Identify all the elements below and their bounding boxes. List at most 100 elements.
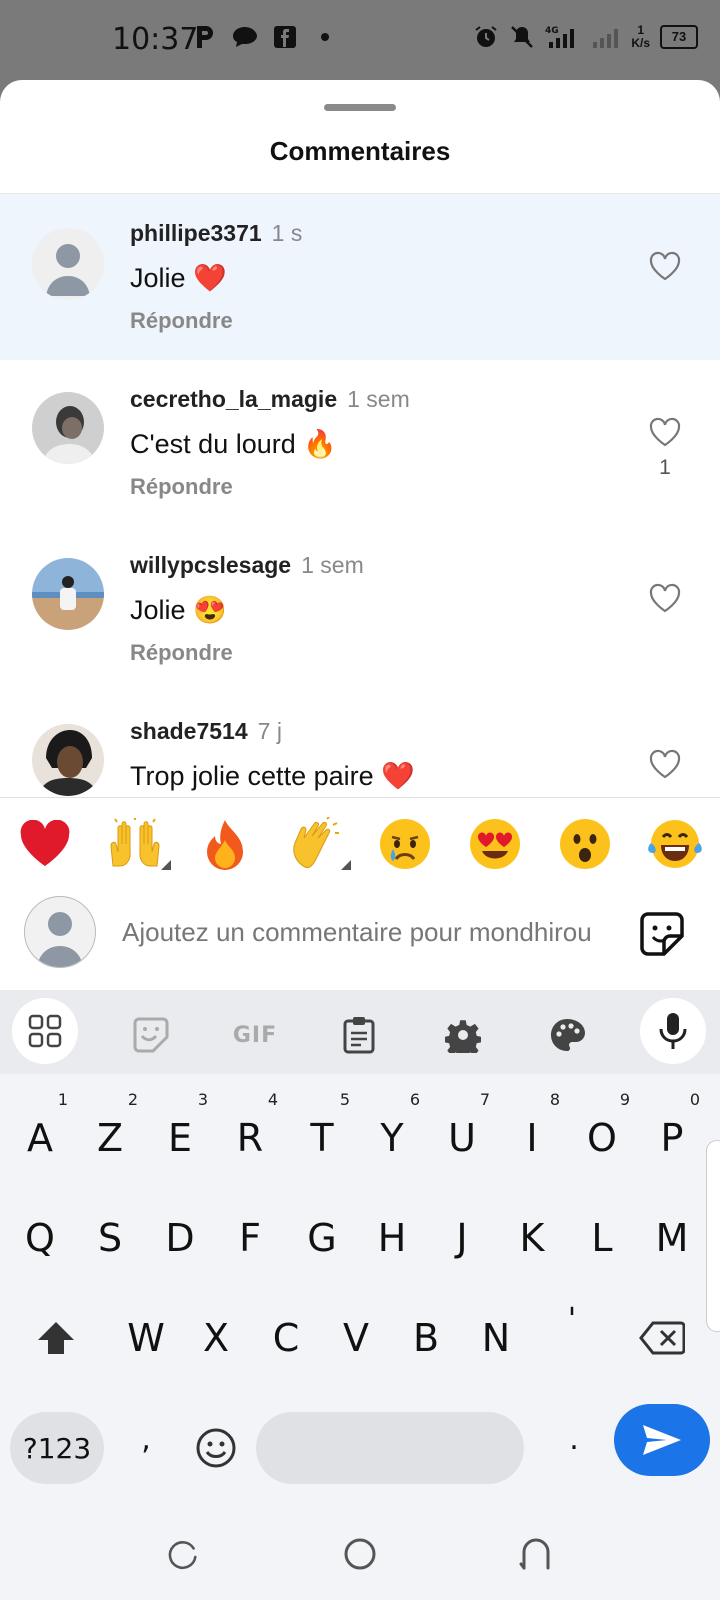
key-g[interactable]: G	[292, 1198, 352, 1278]
key-c[interactable]: C	[256, 1298, 316, 1378]
shift-arrow-icon[interactable]	[26, 1298, 86, 1378]
key-period[interactable]: .	[544, 1400, 604, 1480]
key-i[interactable]: I8	[502, 1092, 562, 1178]
comment-author[interactable]: shade7514 7 j	[130, 718, 282, 745]
comment-author[interactable]: willypcslesage 1 sem	[130, 552, 364, 579]
key-q[interactable]: Q	[10, 1198, 70, 1278]
key-p[interactable]: P0	[642, 1092, 702, 1178]
drag-handle[interactable]	[324, 104, 396, 111]
comment-author[interactable]: cecretho_la_magie 1 sem	[130, 386, 410, 413]
key-hint: 6	[409, 1090, 420, 1109]
avatar[interactable]	[32, 724, 104, 796]
reaction-tears-of-joy[interactable]	[645, 814, 705, 874]
recent-apps-icon[interactable]	[164, 1534, 204, 1574]
key-label: I	[526, 1116, 538, 1160]
key-label: O	[587, 1116, 617, 1160]
key-y[interactable]: Y6	[362, 1092, 422, 1178]
space-bar[interactable]	[256, 1412, 524, 1484]
network-label: 4G	[545, 26, 559, 36]
comment-input[interactable]	[122, 912, 612, 952]
key-f[interactable]: F	[220, 1198, 280, 1278]
key-t[interactable]: T5	[292, 1092, 352, 1178]
symbols-key[interactable]: ?123	[10, 1412, 104, 1484]
key-m[interactable]: M	[642, 1198, 702, 1278]
back-icon[interactable]	[516, 1534, 556, 1574]
status-bar: 10:37 4G 1 K/s 73	[0, 0, 720, 80]
backspace-icon[interactable]	[632, 1298, 692, 1378]
reaction-clapping-hands[interactable]	[285, 814, 351, 874]
key-a[interactable]: A1	[10, 1092, 70, 1178]
key-hint: 0	[689, 1090, 700, 1109]
reaction-crying-face[interactable]	[375, 814, 435, 874]
comment-time: 1 s	[271, 220, 303, 246]
key-x[interactable]: X	[186, 1298, 246, 1378]
gif-button[interactable]: GIF	[222, 1004, 288, 1066]
key-apostrophe[interactable]: '	[542, 1280, 602, 1360]
key-r[interactable]: R4	[220, 1092, 280, 1178]
key-l[interactable]: L	[572, 1198, 632, 1278]
avatar[interactable]	[32, 392, 104, 464]
network-speed: 1 K/s	[631, 24, 650, 50]
key-j[interactable]: J	[432, 1198, 492, 1278]
emoji-smiley-icon[interactable]	[188, 1412, 244, 1484]
comment-username[interactable]: willypcslesage	[130, 552, 291, 578]
key-s[interactable]: S	[80, 1198, 140, 1278]
key-label: R	[236, 1116, 264, 1160]
key-v[interactable]: V	[326, 1298, 386, 1378]
like-heart-icon[interactable]	[648, 250, 682, 282]
keyboard-sticker-icon[interactable]	[118, 1004, 184, 1066]
system-navigation-bar	[0, 1520, 720, 1600]
key-d[interactable]: D	[150, 1198, 210, 1278]
comment-username[interactable]: shade7514	[130, 718, 248, 744]
reaction-red-heart[interactable]	[15, 814, 75, 874]
like-heart-icon[interactable]	[648, 582, 682, 614]
key-z[interactable]: Z2	[80, 1092, 140, 1178]
like-heart-icon[interactable]	[648, 416, 682, 448]
notification-icons	[192, 24, 338, 50]
key-w[interactable]: W	[116, 1298, 176, 1378]
theme-palette-icon[interactable]	[534, 1004, 600, 1066]
send-arrow-icon[interactable]	[614, 1404, 710, 1476]
key-b[interactable]: B	[396, 1298, 456, 1378]
signal-weak-icon	[591, 24, 621, 50]
key-label: A	[27, 1116, 53, 1160]
reaction-fire[interactable]	[195, 814, 255, 874]
reply-button[interactable]: Répondre	[130, 308, 233, 334]
comment-time: 1 sem	[347, 386, 410, 412]
comment-item: shade7514 7 j Trop jolie cette paire ❤️	[0, 692, 720, 798]
like-heart-icon[interactable]	[648, 748, 682, 780]
key-hint: 9	[619, 1090, 630, 1109]
key-comma[interactable]: ,	[116, 1400, 176, 1480]
clipboard-icon[interactable]	[326, 1004, 392, 1066]
comment-username[interactable]: cecretho_la_magie	[130, 386, 337, 412]
comment-author[interactable]: phillipe3371 1 s	[130, 220, 302, 247]
key-n[interactable]: N	[466, 1298, 526, 1378]
settings-gear-icon[interactable]	[430, 1004, 496, 1066]
reply-button[interactable]: Répondre	[130, 640, 233, 666]
key-u[interactable]: U7	[432, 1092, 492, 1178]
key-h[interactable]: H	[362, 1198, 422, 1278]
reaction-surprised-face[interactable]	[555, 814, 615, 874]
reaction-heart-eyes[interactable]	[465, 814, 525, 874]
microphone-icon[interactable]	[640, 998, 706, 1064]
apps-grid-icon[interactable]	[12, 998, 78, 1064]
key-k[interactable]: K	[502, 1198, 562, 1278]
system-icons: 4G 1 K/s 73	[473, 24, 698, 50]
comment-username[interactable]: phillipe3371	[130, 220, 262, 246]
current-user-avatar	[24, 896, 96, 968]
home-circle-icon[interactable]	[340, 1534, 380, 1574]
avatar[interactable]	[32, 228, 104, 300]
reaction-raising-hands[interactable]	[105, 814, 171, 874]
avatar[interactable]	[32, 558, 104, 630]
keyboard-side-handle[interactable]	[706, 1140, 720, 1332]
comments-list[interactable]: phillipe3371 1 s Jolie ❤️ Répondre cecret…	[0, 194, 720, 798]
divider	[0, 797, 720, 798]
reply-button[interactable]: Répondre	[130, 474, 233, 500]
key-hint: 4	[267, 1090, 278, 1109]
sticker-icon[interactable]	[638, 910, 686, 958]
key-o[interactable]: O9	[572, 1092, 632, 1178]
key-label: Z	[96, 1116, 124, 1160]
key-label: T	[310, 1116, 334, 1160]
alarm-icon	[473, 24, 499, 50]
key-e[interactable]: E3	[150, 1092, 210, 1178]
